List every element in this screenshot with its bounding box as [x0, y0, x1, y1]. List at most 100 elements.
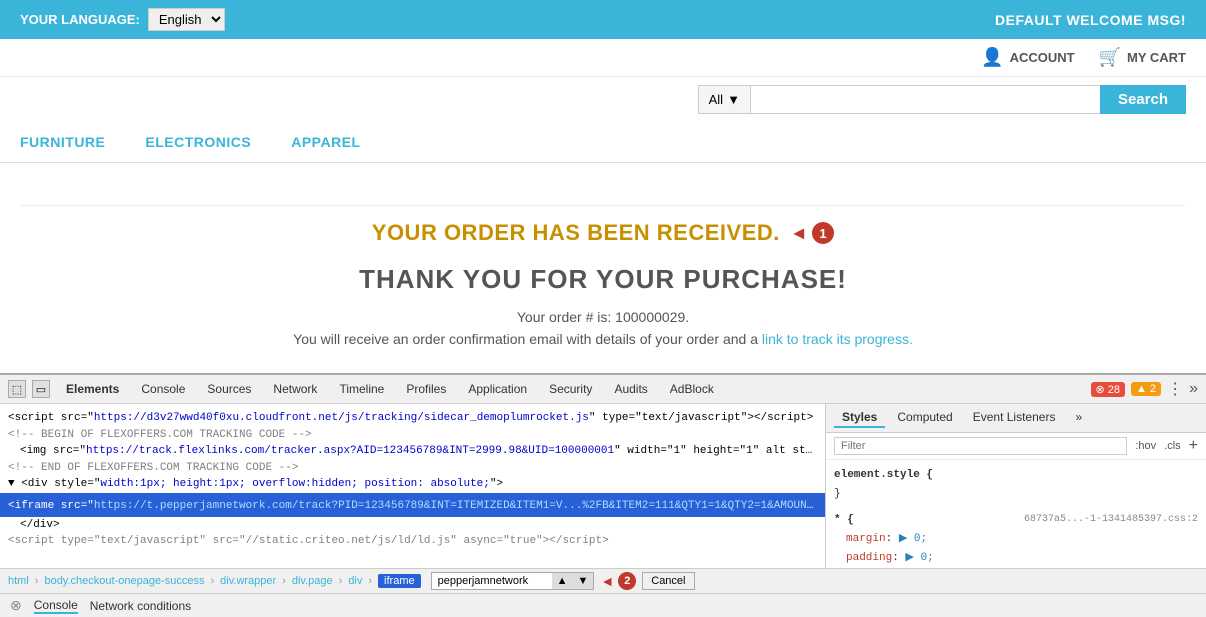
devtools-tab-console[interactable]: Console	[131, 379, 195, 399]
devtools-tab-adblock[interactable]: AdBlock	[660, 379, 724, 399]
account-icon: 👤	[981, 47, 1003, 68]
devtools-code-content: <script src="https://d3v27wwd40f0xu.clou…	[0, 404, 825, 568]
search-container: All ▼ Search	[698, 85, 1186, 114]
order-info-number: Your order # is: 100000029.	[20, 309, 1186, 325]
console-tab-console[interactable]: Console	[34, 598, 78, 614]
annotation-2: ◄ 2	[600, 572, 636, 590]
account-link[interactable]: 👤 ACCOUNT	[981, 47, 1074, 68]
second-header: 👤 ACCOUNT 🛒 MY CART	[0, 39, 1206, 77]
bottom-search-up[interactable]: ▲	[552, 573, 573, 589]
devtools-cursor-icon[interactable]: ⬚	[8, 380, 26, 398]
order-info-email: You will receive an order confirmation e…	[20, 331, 1186, 347]
devtools-tab-audits[interactable]: Audits	[604, 379, 657, 399]
style-margin: margin: ▶ 0;	[834, 533, 927, 545]
order-received-title: YOUR ORDER HAS BEEN RECEIVED. ◄ 1	[372, 220, 834, 246]
welcome-message: DEFAULT WELCOME MSG!	[995, 12, 1186, 28]
nav-bar: FURNITURE ELECTRONICS APPAREL	[0, 122, 1206, 163]
code-line-1[interactable]: <script src="https://d3v27wwd40f0xu.clou…	[8, 410, 817, 427]
devtools-styles-panel: Styles Computed Event Listeners » :hov .…	[826, 404, 1206, 568]
error-count: ⊗ 28	[1091, 382, 1126, 397]
nav-item-electronics[interactable]: ELECTRONICS	[145, 134, 251, 150]
order-received-text: YOUR ORDER HAS BEEN RECEIVED.	[372, 220, 780, 246]
right-tab-more[interactable]: »	[1067, 408, 1090, 428]
breadcrumb-sep-5: ›	[368, 575, 372, 587]
nav-item-furniture[interactable]: FURNITURE	[20, 134, 105, 150]
code-line-7[interactable]: </div>	[8, 517, 817, 534]
filter-add-style[interactable]: +	[1189, 437, 1198, 455]
breadcrumb-sep-1: ›	[35, 575, 39, 587]
breadcrumb-sep-2: ›	[210, 575, 214, 587]
top-bar-left: YOUR LANGUAGE: English	[20, 8, 225, 31]
styles-content: element.style { } * { 68737a5...-1-13414…	[826, 460, 1206, 568]
cart-icon: 🛒	[1099, 47, 1121, 68]
divider-top	[20, 205, 1186, 206]
code-line-6-selected[interactable]: <iframe src="https://t.pepperjamnetwork.…	[0, 493, 825, 517]
code-line-2: <!-- BEGIN OF FLEXOFFERS.COM TRACKING CO…	[8, 427, 817, 444]
search-input[interactable]	[750, 85, 1100, 114]
filter-cls-toggle[interactable]: .cls	[1164, 440, 1181, 452]
annotation-1-arrow: ◄ 1	[790, 222, 834, 244]
devtools-tab-timeline[interactable]: Timeline	[329, 379, 394, 399]
devtools-tab-security[interactable]: Security	[539, 379, 602, 399]
devtools-tab-network[interactable]: Network	[263, 379, 327, 399]
language-label: YOUR LANGUAGE:	[20, 12, 140, 27]
nav-item-apparel[interactable]: APPAREL	[291, 134, 360, 150]
order-info-text: You will receive an order confirmation e…	[293, 331, 758, 347]
devtools-right-tabs: Styles Computed Event Listeners »	[826, 404, 1206, 433]
style-source-universal: 68737a5...-1-1341485397.css:2	[1024, 511, 1198, 528]
devtools-toolbar: ⬚ ▭ Elements Console Sources Network Tim…	[0, 375, 1206, 404]
breadcrumb-body[interactable]: body.checkout-onepage-success	[44, 575, 204, 587]
right-tab-computed[interactable]: Computed	[889, 408, 960, 428]
devtools-tab-application[interactable]: Application	[458, 379, 537, 399]
devtools-device-icon[interactable]: ▭	[32, 380, 50, 398]
breadcrumb-wrapper[interactable]: div.wrapper	[220, 575, 276, 587]
code-line-5[interactable]: ▼ <div style="width:1px; height:1px; ove…	[8, 476, 817, 493]
devtools-expand-icon[interactable]: »	[1189, 380, 1198, 398]
breadcrumb-sep-4: ›	[339, 575, 343, 587]
language-select[interactable]: English	[148, 8, 225, 31]
annotation-badge-2: 2	[618, 572, 636, 590]
devtools-error-badge: ⊗ 28 ▲ 2 ⋮ »	[1091, 379, 1198, 399]
top-bar: YOUR LANGUAGE: English DEFAULT WELCOME M…	[0, 0, 1206, 39]
bottom-search-input[interactable]	[432, 573, 552, 589]
devtools-more-icon[interactable]: ⋮	[1167, 379, 1183, 399]
thank-you-title: THANK YOU FOR YOUR PURCHASE!	[20, 264, 1186, 295]
search-category-dropdown[interactable]: All ▼	[698, 85, 750, 114]
breadcrumb-sep-3: ›	[282, 575, 286, 587]
search-category-label: All	[709, 92, 723, 107]
devtools-tab-elements[interactable]: Elements	[56, 379, 129, 399]
search-button[interactable]: Search	[1100, 85, 1186, 114]
arrow-left-2-icon: ◄	[600, 573, 614, 589]
style-block-element: element.style { }	[834, 466, 1198, 503]
devtools-code-panel: <script src="https://d3v27wwd40f0xu.clou…	[0, 404, 826, 568]
code-line-4: <!-- END OF FLEXOFFERS.COM TRACKING CODE…	[8, 460, 817, 477]
code-line-8[interactable]: <script type="text/javascript" src="//st…	[8, 533, 817, 550]
right-tab-styles[interactable]: Styles	[834, 408, 885, 428]
devtools-tab-sources[interactable]: Sources	[197, 379, 261, 399]
account-label: ACCOUNT	[1010, 50, 1075, 65]
breadcrumb-div[interactable]: div	[348, 575, 362, 587]
main-content: YOUR ORDER HAS BEEN RECEIVED. ◄ 1 THANK …	[0, 163, 1206, 373]
cart-link[interactable]: 🛒 MY CART	[1099, 47, 1186, 68]
order-track-link[interactable]: link to track its progress.	[762, 331, 913, 347]
bottom-search-box: ▲ ▼	[431, 572, 595, 590]
breadcrumb-iframe[interactable]: iframe	[378, 574, 421, 588]
filter-hov-toggle[interactable]: :hov	[1135, 440, 1156, 452]
devtools-close-icon: ⊗	[10, 597, 22, 614]
style-selector-element: element.style {	[834, 469, 933, 481]
arrow-left-icon: ◄	[790, 223, 808, 244]
search-bar: All ▼ Search	[0, 77, 1206, 122]
devtools-bottom-bar: html › body.checkout-onepage-success › d…	[0, 568, 1206, 593]
style-block-universal: * { 68737a5...-1-1341485397.css:2 margin…	[834, 511, 1198, 568]
breadcrumb-html[interactable]: html	[8, 575, 29, 587]
code-line-3[interactable]: <img src="https://track.flexlinks.com/tr…	[8, 443, 817, 460]
bottom-search-down[interactable]: ▼	[573, 573, 594, 589]
breadcrumb-page[interactable]: div.page	[292, 575, 333, 587]
console-tab-network-conditions[interactable]: Network conditions	[90, 599, 191, 613]
right-tab-event-listeners[interactable]: Event Listeners	[965, 408, 1064, 428]
warning-count: ▲ 2	[1131, 382, 1161, 396]
devtools-tab-profiles[interactable]: Profiles	[396, 379, 456, 399]
cart-label: MY CART	[1127, 50, 1186, 65]
styles-filter-input[interactable]	[834, 437, 1127, 455]
cancel-button[interactable]: Cancel	[642, 572, 694, 590]
